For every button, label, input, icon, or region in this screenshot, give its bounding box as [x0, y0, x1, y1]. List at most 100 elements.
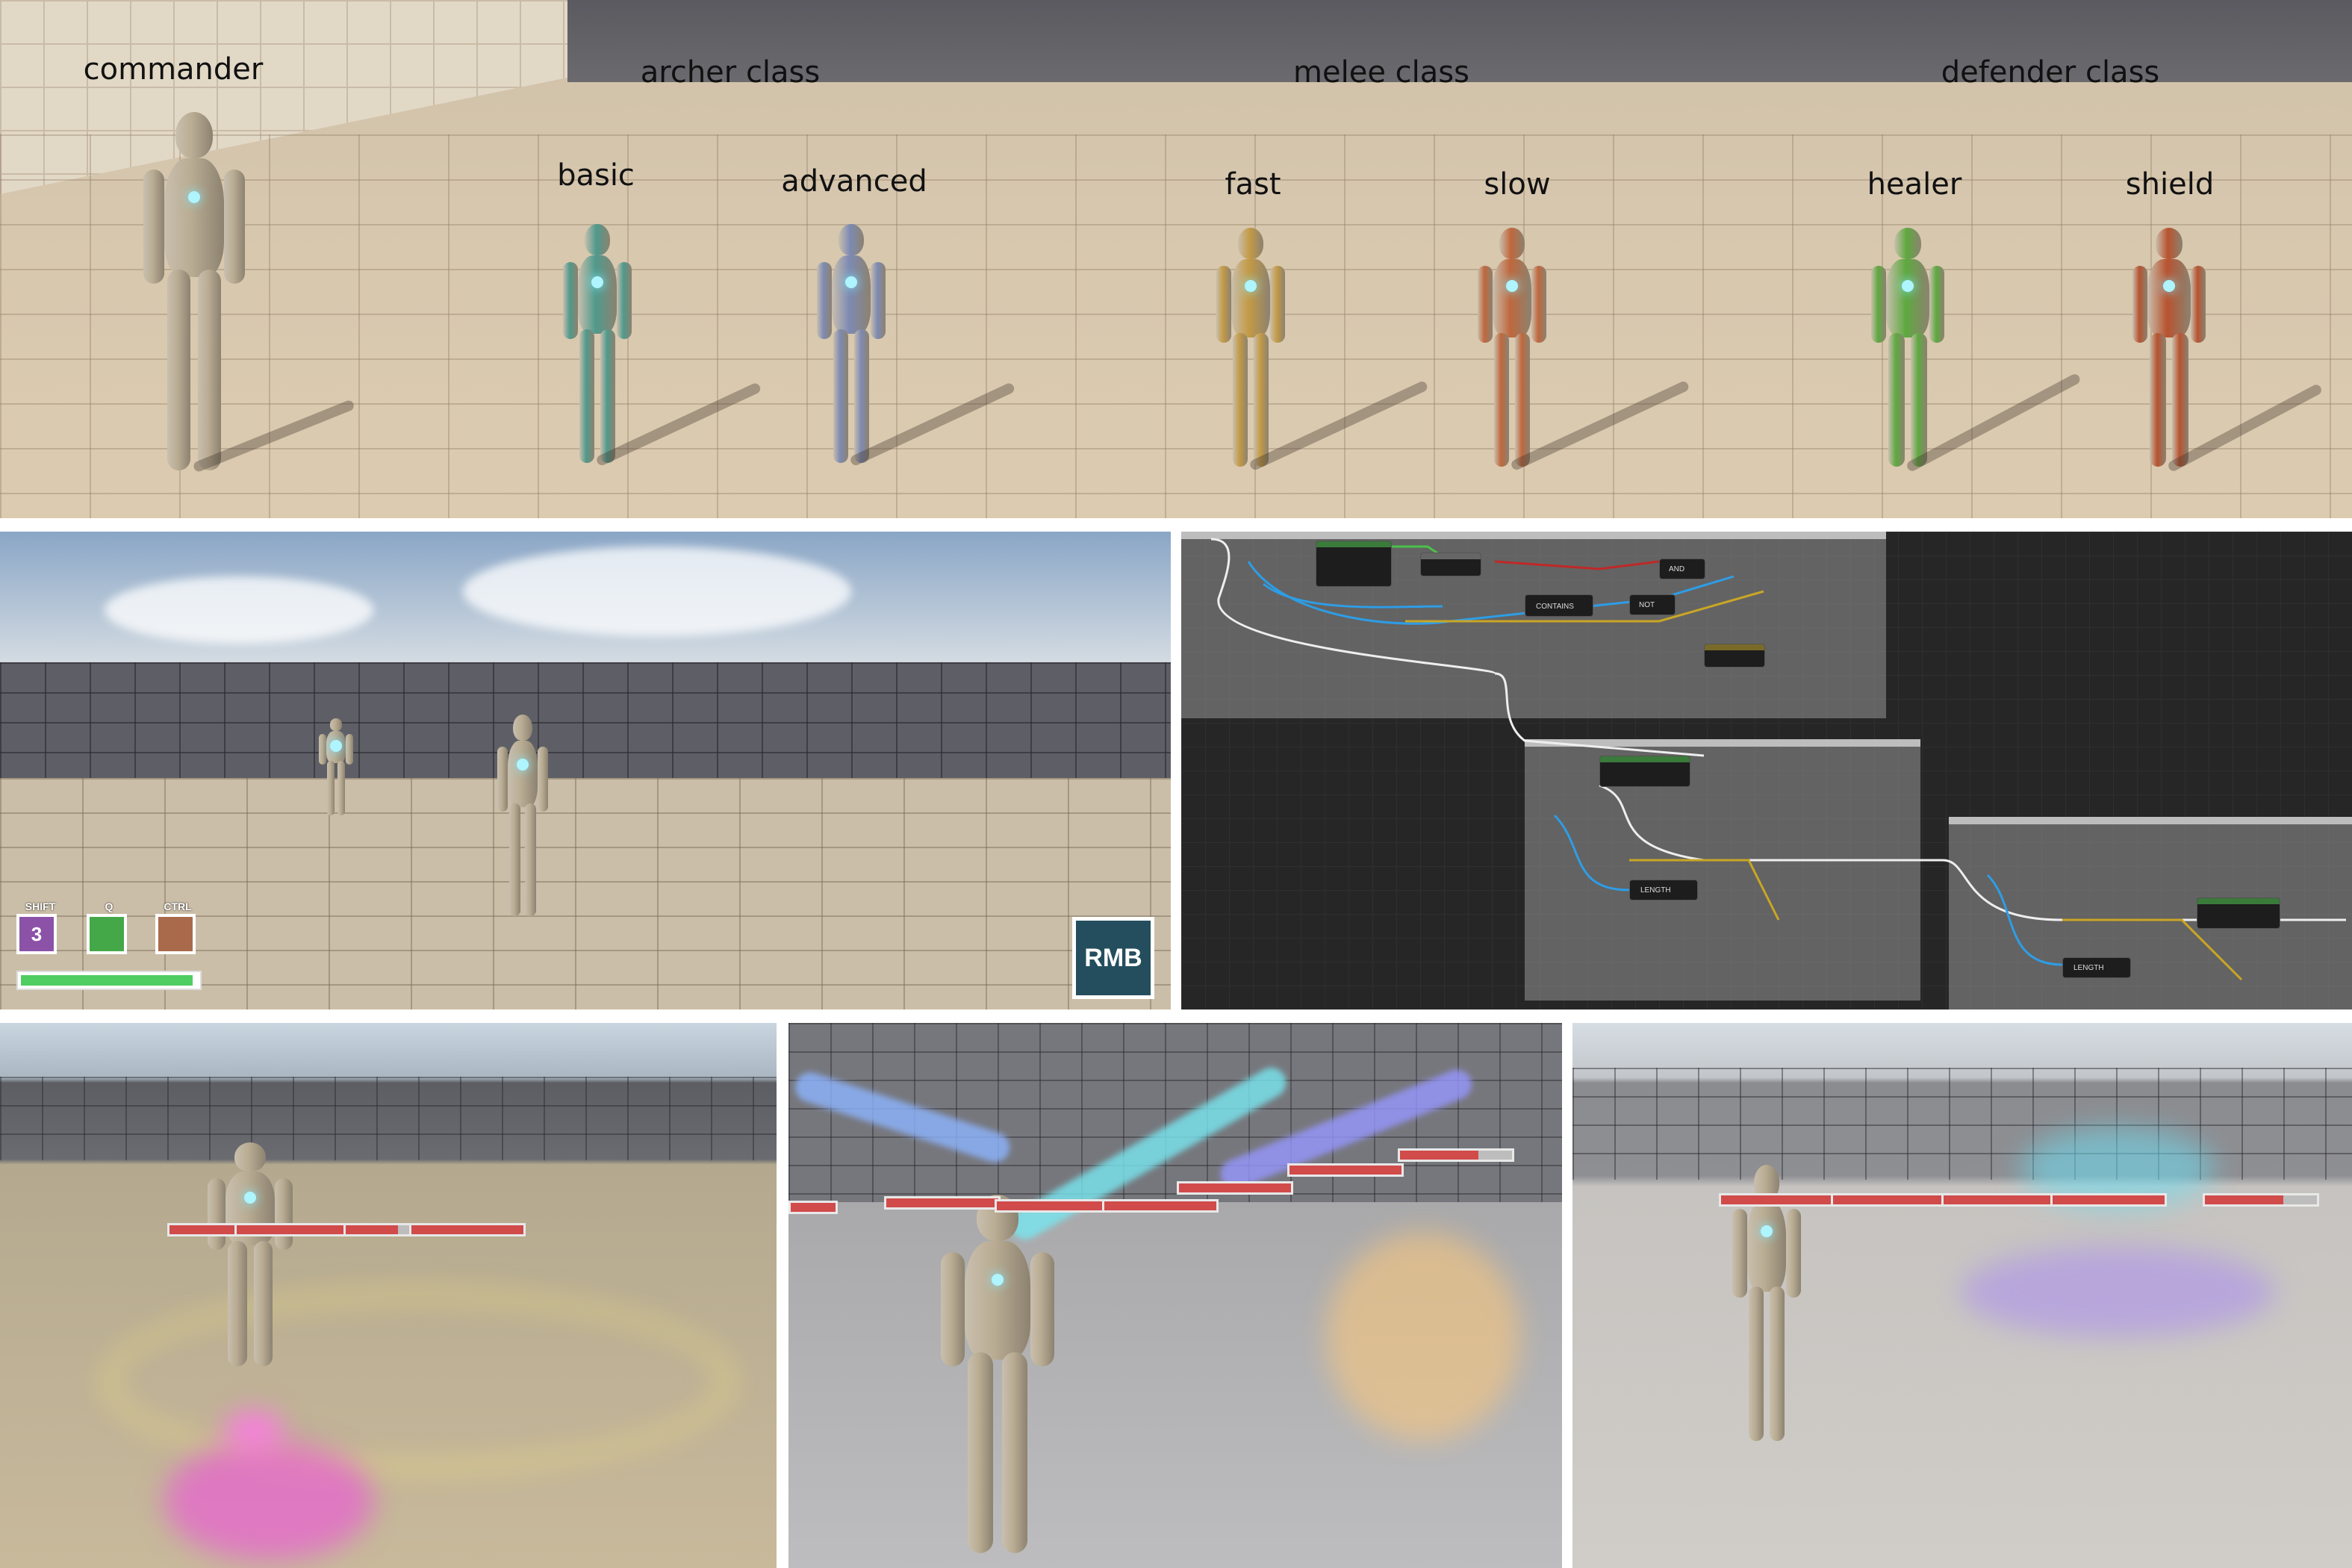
character-arm	[1478, 266, 1493, 343]
hud-shift-caption: SHIFT	[25, 900, 56, 912]
label-healer: healer	[1867, 167, 1962, 202]
character-torso	[1492, 258, 1532, 338]
enemy-health-bar	[788, 1201, 838, 1214]
enemy-health-bar	[2203, 1193, 2319, 1207]
cloud	[463, 547, 851, 636]
label-advanced: advanced	[781, 164, 927, 199]
character-leg	[2171, 332, 2188, 467]
character-arm	[1929, 266, 1945, 343]
cloud	[105, 576, 373, 644]
character-commander	[127, 112, 261, 470]
hud-q-caption: Q	[105, 900, 113, 912]
character-torso	[1886, 258, 1929, 338]
character-arm	[1270, 266, 1285, 343]
character-leg	[198, 270, 221, 470]
character-torso	[2147, 258, 2191, 338]
blueprint-node[interactable]	[1316, 541, 1392, 587]
character-torso	[508, 741, 538, 808]
character-head	[234, 1142, 266, 1172]
blueprint-node[interactable]	[1599, 756, 1690, 787]
character-player	[489, 715, 556, 916]
rmb-ability-button[interactable]: RMB	[1072, 917, 1154, 999]
label-fast: fast	[1225, 167, 1281, 202]
character-arm	[223, 169, 246, 284]
character-arm	[1870, 266, 1887, 343]
character-head	[329, 718, 343, 731]
enemy-health-bar	[1287, 1163, 1404, 1177]
enemy-health-bar	[1102, 1199, 1219, 1213]
character-arm	[275, 1178, 293, 1250]
character-torso	[164, 158, 224, 277]
character-fast-melee	[1206, 228, 1295, 467]
enemy-health-bar	[1719, 1193, 1835, 1207]
character-leg	[600, 329, 615, 463]
character-torso	[831, 255, 871, 335]
character-arm	[941, 1251, 965, 1367]
character-arm	[2190, 266, 2206, 343]
character-leg	[833, 329, 849, 463]
combat-scene-melee-clash	[788, 1023, 1562, 1568]
blueprint-node[interactable]	[1704, 644, 1765, 668]
chest-core-light	[188, 190, 200, 203]
blueprint-node-not[interactable]: NOT	[1629, 594, 1676, 615]
shield-aura-effect	[1961, 1247, 2274, 1337]
blueprint-node-length[interactable]: LENGTH	[2062, 957, 2131, 978]
arena-gameplay-view: SHIFT Q CTRL 3 RMB	[0, 532, 1171, 1009]
enemy-health-bar	[1941, 1193, 2058, 1207]
character-arm	[563, 262, 578, 339]
character-arm	[1786, 1209, 1801, 1298]
health-bar	[16, 971, 202, 990]
character-arm	[346, 733, 353, 765]
chest-core-light	[244, 1192, 256, 1204]
blueprint-node[interactable]	[1420, 553, 1481, 576]
combat-scene-area-attack	[0, 1023, 777, 1568]
character-leg	[1514, 332, 1530, 467]
character-head	[513, 715, 532, 741]
blueprint-node-contains[interactable]: CONTAINS	[1525, 594, 1593, 617]
ability-q-slot[interactable]	[87, 914, 127, 954]
floor-grid	[0, 134, 2352, 518]
character-basic-archer	[553, 224, 642, 463]
enemy-health-bar	[1177, 1181, 1293, 1195]
enemy-health-bar	[884, 1196, 1001, 1210]
label-shield: shield	[2125, 167, 2215, 202]
character-head	[2155, 228, 2183, 259]
chest-core-light	[330, 739, 342, 752]
character-leg	[253, 1241, 273, 1366]
character-head	[839, 224, 864, 255]
character-shield-defender	[2121, 228, 2218, 467]
ability-ctrl-slot[interactable]	[155, 914, 196, 954]
label-commander: commander	[83, 52, 264, 87]
character-head	[1499, 228, 1525, 259]
hud-ctrl-caption: CTRL	[164, 900, 192, 912]
enemy-health-bar	[2050, 1193, 2167, 1207]
character-advanced-archer	[806, 224, 896, 463]
character-arm	[319, 733, 326, 765]
character-torso	[577, 255, 617, 335]
character-arm	[497, 747, 508, 812]
character-leg	[167, 270, 190, 470]
character-arm	[537, 747, 549, 812]
character-leg	[1749, 1286, 1764, 1441]
enemy-health-bar	[1831, 1193, 1947, 1207]
character-leg	[1233, 332, 1248, 467]
projectile-effect	[224, 1411, 284, 1449]
blueprint-node-and[interactable]: AND	[1659, 559, 1705, 579]
character-lineup-scene: commander archer class basic advanced me…	[0, 0, 2352, 518]
character-leg	[1494, 332, 1510, 467]
character-leg	[1253, 332, 1269, 467]
character-arm	[1030, 1251, 1054, 1367]
combat-scene-battle-field	[1572, 1023, 2352, 1568]
character-leg	[2150, 332, 2167, 467]
ability-shift-slot[interactable]: 3	[16, 914, 57, 954]
character-leg	[524, 803, 536, 916]
blueprint-node[interactable]	[2197, 897, 2280, 929]
blueprint-node-length[interactable]: LENGTH	[1629, 880, 1698, 900]
label-slow: slow	[1484, 167, 1551, 202]
character-arm	[817, 262, 832, 339]
character-head	[1238, 228, 1263, 259]
character-torso	[1746, 1201, 1787, 1292]
character-distant	[314, 718, 358, 815]
character-jumping	[194, 1142, 306, 1366]
character-arm	[617, 262, 632, 339]
